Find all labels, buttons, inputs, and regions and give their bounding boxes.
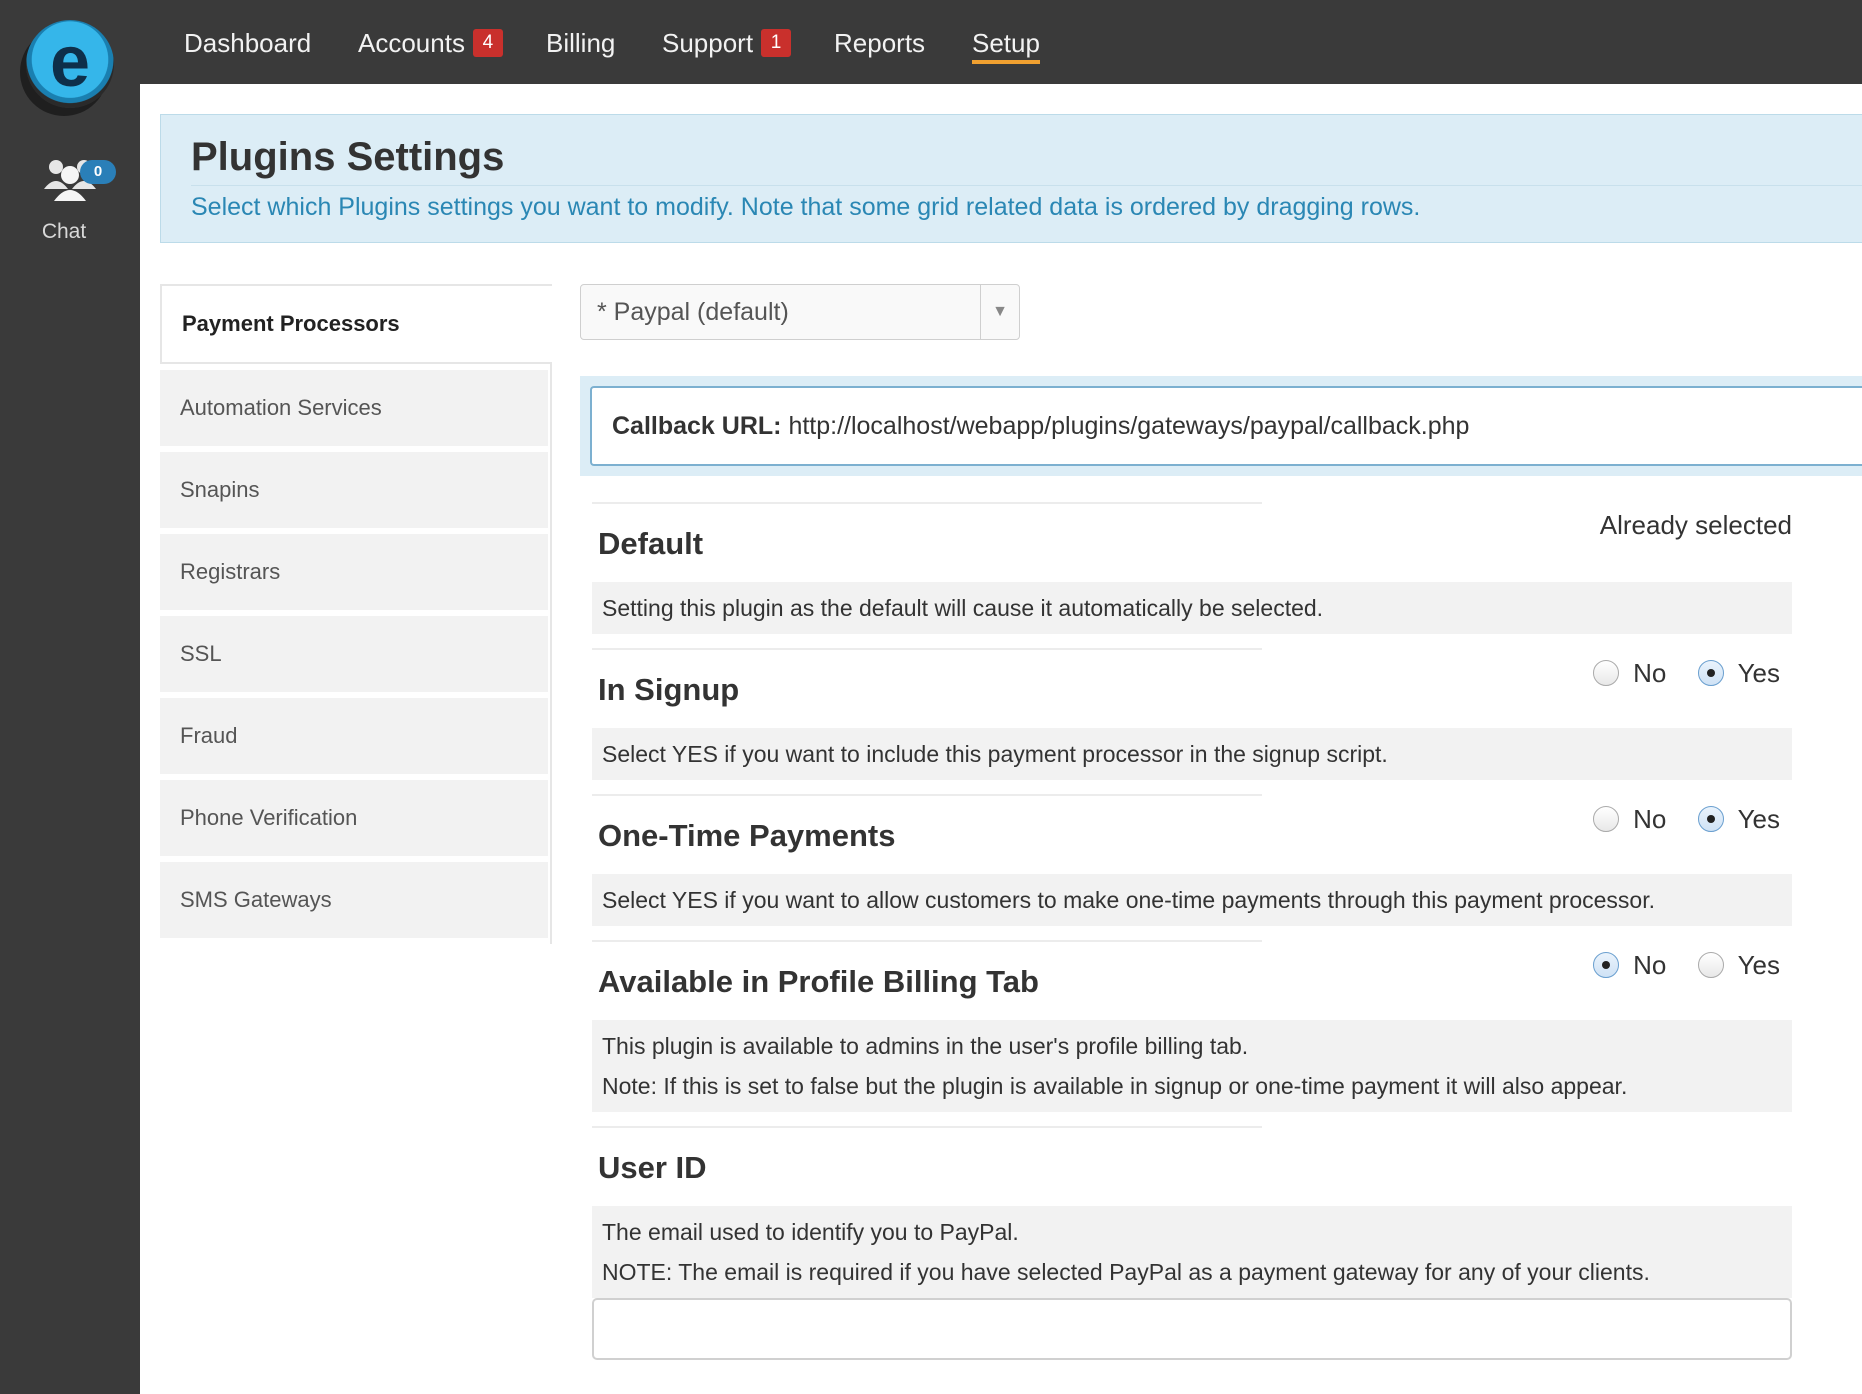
radio-label: Yes	[1737, 804, 1780, 834]
description-line: Note: If this is set to false but the pl…	[602, 1073, 1628, 1099]
nav-dashboard[interactable]: Dashboard	[184, 26, 311, 60]
chat-button[interactable]	[0, 155, 140, 203]
select-value: * Paypal (default)	[597, 298, 789, 326]
page-header: Plugins Settings Select which Plugins se…	[160, 114, 1862, 243]
setting-profile-billing-tab: Available in Profile Billing Tab No Yes …	[592, 940, 1792, 1112]
setting-in-signup: In Signup No Yes Select YES if you want …	[592, 648, 1792, 780]
radio-no[interactable]	[1593, 660, 1620, 687]
setting-divider	[592, 502, 1262, 504]
setting-title: Default	[598, 526, 704, 561]
app-logo[interactable]: e	[26, 20, 114, 108]
setting-divider	[592, 940, 1262, 942]
nav-label: Setup	[972, 28, 1040, 64]
one-time-no-option[interactable]: No	[1593, 804, 1666, 835]
callback-text: Callback URL: http://localhost/webapp/pl…	[612, 388, 1469, 464]
nav-billing[interactable]: Billing	[546, 26, 615, 60]
setting-description: Select YES if you want to include this p…	[592, 728, 1792, 780]
setting-user-id: User ID The email used to identify you t…	[592, 1126, 1792, 1298]
payment-processor-select[interactable]: * Paypal (default) ▼	[580, 284, 1020, 340]
sidebar-item-automation-services[interactable]: Automation Services	[160, 370, 548, 446]
setting-title: In Signup	[598, 672, 740, 707]
chat-label[interactable]: Chat	[0, 220, 128, 244]
page-subtitle: Select which Plugins settings you want t…	[191, 193, 1421, 221]
sidebar-item-snapins[interactable]: Snapins	[160, 452, 548, 528]
setting-title: User ID	[598, 1150, 707, 1185]
setting-divider	[592, 794, 1262, 796]
in-signup-radio-group: No Yes	[1569, 658, 1780, 689]
setting-default: Default Already selected Setting this pl…	[592, 502, 1792, 634]
setting-divider	[592, 1126, 1262, 1128]
nav-support[interactable]: Support 1	[662, 26, 792, 60]
nav-label: Accounts	[358, 28, 465, 58]
logo-e-icon: e	[49, 22, 91, 102]
radio-no[interactable]	[1593, 806, 1620, 833]
sidebar-item-phone-verification[interactable]: Phone Verification	[160, 780, 548, 856]
sidebar-item-fraud[interactable]: Fraud	[160, 698, 548, 774]
sidebar-item-registrars[interactable]: Registrars	[160, 534, 548, 610]
setting-title: One-Time Payments	[598, 818, 896, 853]
setting-description: Setting this plugin as the default will …	[592, 582, 1792, 634]
callback-url: http://localhost/webapp/plugins/gateways…	[788, 412, 1470, 440]
chevron-down-icon[interactable]: ▼	[980, 285, 1019, 339]
radio-label: No	[1633, 804, 1667, 834]
in-signup-no-option[interactable]: No	[1593, 658, 1666, 689]
sidebar-item-payment-processors[interactable]: Payment Processors	[160, 284, 552, 364]
chat-count-badge: 0	[80, 160, 116, 184]
nav-accounts[interactable]: Accounts 4	[358, 26, 503, 60]
radio-yes[interactable]	[1697, 806, 1724, 833]
radio-label: Yes	[1737, 658, 1780, 688]
radio-no[interactable]	[1593, 952, 1620, 979]
top-nav: Dashboard Accounts 4 Billing Support 1 Rep…	[140, 0, 1862, 84]
setting-description: The email used to identify you to PayPal…	[592, 1206, 1792, 1298]
sidebar-divider	[550, 364, 552, 944]
profile-billing-no-option[interactable]: No	[1593, 950, 1666, 981]
radio-label: No	[1633, 950, 1667, 980]
one-time-yes-option[interactable]: Yes	[1697, 804, 1780, 835]
callback-label: Callback URL:	[612, 412, 782, 440]
nav-label: Support	[662, 28, 754, 58]
one-time-radio-group: No Yes	[1569, 804, 1780, 835]
nav-setup[interactable]: Setup	[972, 26, 1040, 64]
default-status: Already selected	[1599, 510, 1792, 540]
radio-yes[interactable]	[1697, 660, 1724, 687]
page-title: Plugins Settings	[191, 135, 505, 179]
setting-one-time-payments: One-Time Payments No Yes Select YES if y…	[592, 794, 1792, 926]
radio-yes[interactable]	[1697, 952, 1724, 979]
profile-billing-yes-option[interactable]: Yes	[1697, 950, 1780, 981]
header-divider	[191, 185, 1862, 186]
sidebar-item-sms-gateways[interactable]: SMS Gateways	[160, 862, 548, 938]
left-rail: e 0 Chat	[0, 0, 140, 1394]
radio-label: No	[1633, 658, 1667, 688]
nav-label: Dashboard	[184, 28, 312, 58]
profile-billing-radio-group: No Yes	[1569, 950, 1780, 981]
callback-url-box: Callback URL: http://localhost/webapp/pl…	[590, 386, 1862, 466]
description-line: NOTE: The email is required if you have …	[602, 1259, 1650, 1285]
nav-label: Billing	[546, 28, 616, 58]
description-line: The email used to identify you to PayPal…	[602, 1219, 1019, 1245]
setting-description: This plugin is available to admins in th…	[592, 1020, 1792, 1112]
setting-description: Select YES if you want to allow customer…	[592, 874, 1792, 926]
in-signup-yes-option[interactable]: Yes	[1697, 658, 1780, 689]
sidebar-item-ssl[interactable]: SSL	[160, 616, 548, 692]
setting-divider	[592, 648, 1262, 650]
nav-label: Reports	[834, 28, 926, 58]
setting-title: Available in Profile Billing Tab	[598, 964, 1039, 999]
user-id-input[interactable]	[592, 1298, 1792, 1360]
radio-label: Yes	[1737, 950, 1780, 980]
support-count-badge: 1	[761, 29, 792, 58]
nav-reports[interactable]: Reports	[834, 26, 925, 60]
callback-panel: Callback URL: http://localhost/webapp/pl…	[580, 376, 1862, 476]
description-line: This plugin is available to admins in th…	[602, 1033, 1249, 1059]
accounts-count-badge: 4	[472, 29, 503, 58]
